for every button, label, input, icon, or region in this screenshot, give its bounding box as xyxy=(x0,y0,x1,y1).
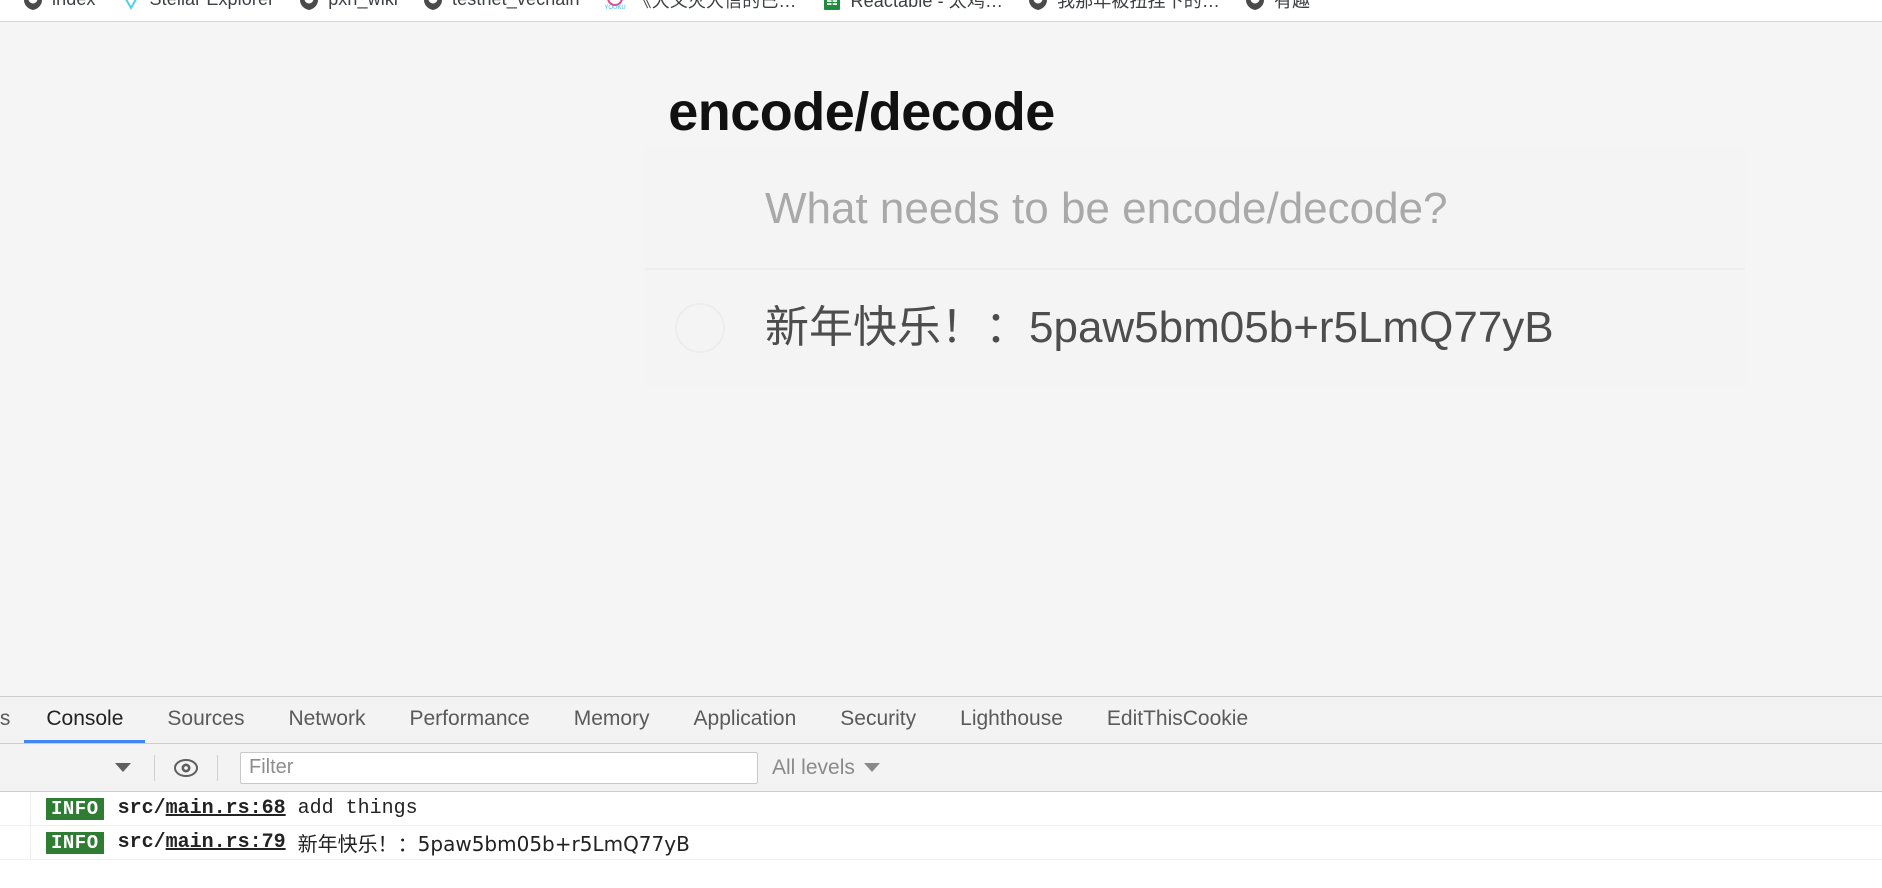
todo-toggle-circle[interactable] xyxy=(675,303,725,353)
new-todo-input[interactable] xyxy=(645,148,1745,270)
toolbar-divider xyxy=(154,754,155,781)
source-file: main.rs:68 xyxy=(165,797,286,820)
status-badge: INFO xyxy=(46,797,104,820)
devtools-panel: ts Console Sources Network Performance M… xyxy=(0,696,1882,888)
log-levels-label: All levels xyxy=(772,755,855,779)
filter-input[interactable] xyxy=(240,751,758,784)
bookmark-label: Stellar Explorer xyxy=(150,0,275,10)
shield-icon xyxy=(298,0,320,11)
source-prefix: src/ xyxy=(117,831,166,854)
bookmark-item[interactable]: Reactable - 太鸡… xyxy=(809,0,1016,17)
sheets-icon xyxy=(821,0,843,11)
bookmark-label: Reactable - 太鸡… xyxy=(850,0,1004,11)
shield-icon xyxy=(22,0,44,11)
svg-text:YOUKU: YOUKU xyxy=(604,5,625,11)
table-row[interactable]: INFO src/main.rs:68 add things xyxy=(0,792,1882,826)
tab-label: Security xyxy=(840,706,917,730)
bookmark-item[interactable]: Stellar Explorer xyxy=(108,0,287,17)
source-link[interactable]: src/main.rs:79 xyxy=(118,831,286,854)
shield-icon xyxy=(1244,0,1266,11)
log-levels-dropdown[interactable]: All levels xyxy=(772,756,880,780)
toolbar-divider xyxy=(217,754,218,781)
todo-label: 新年快乐！：5paw5bm05b+r5LmQ77yB xyxy=(765,302,1554,352)
bookmark-label: 有趣 xyxy=(1274,0,1311,11)
console-toolbar: All levels xyxy=(0,744,1882,792)
shield-icon xyxy=(1027,0,1049,11)
chevron-down-icon[interactable] xyxy=(106,751,140,785)
tab-label: ts xyxy=(0,706,11,730)
tab-network[interactable]: Network xyxy=(266,697,387,743)
table-row[interactable]: INFO src/main.rs:79 新年快乐！：5paw5bm05b+r5L… xyxy=(0,826,1882,860)
tab-memory[interactable]: Memory xyxy=(552,697,672,743)
tab-security[interactable]: Security xyxy=(818,697,938,743)
tab-label: Lighthouse xyxy=(960,706,1063,730)
tab-label: Application xyxy=(693,706,797,730)
tab-label: Memory xyxy=(573,706,650,730)
tab-label: Performance xyxy=(409,706,530,730)
tab-label: Network xyxy=(288,706,366,730)
bookmark-label: index xyxy=(52,0,96,10)
tab-label: Console xyxy=(46,706,124,730)
todo-list: 新年快乐！：5paw5bm05b+r5LmQ77yB xyxy=(645,270,1745,386)
tab-label: EditThisCookie xyxy=(1106,706,1249,730)
tab-application[interactable]: Application xyxy=(672,697,819,743)
status-badge: INFO xyxy=(46,831,104,854)
console-log-list: INFO src/main.rs:68 add things INFO src/… xyxy=(0,792,1882,860)
list-item: 新年快乐！：5paw5bm05b+r5LmQ77yB xyxy=(645,270,1745,386)
tab-sources[interactable]: Sources xyxy=(145,697,266,743)
bookmark-label: 我那年被扭捏下的… xyxy=(1057,0,1220,11)
row-gutter xyxy=(8,826,31,859)
page-viewport: encode/decode 新年快乐！：5paw5bm05b+r5LmQ77yB xyxy=(0,22,1882,696)
page-title: encode/decode xyxy=(668,82,1055,143)
tab-performance[interactable]: Performance xyxy=(387,697,551,743)
shield-icon xyxy=(422,0,444,11)
todo-card: 新年快乐！：5paw5bm05b+r5LmQ77yB xyxy=(645,148,1745,386)
tab-console[interactable]: Console xyxy=(24,697,146,743)
chevron-down-icon xyxy=(863,763,880,772)
bookmark-item[interactable]: testnet_vechain xyxy=(410,0,592,17)
bookmark-label: testnet_vechain xyxy=(452,0,580,10)
bookmark-item[interactable]: index xyxy=(10,0,108,17)
eye-icon[interactable] xyxy=(169,751,203,785)
log-message: add things xyxy=(297,797,418,820)
bookmark-item[interactable]: 有趣 xyxy=(1232,0,1322,17)
tab-label: Sources xyxy=(167,706,245,730)
youku-icon: YOUKU xyxy=(604,0,626,11)
bookmark-item[interactable]: 我那年被扭捏下的… xyxy=(1015,0,1232,17)
bookmark-label: pxh_wiki xyxy=(328,0,398,10)
bookmarks-bar: index Stellar Explorer pxh_wiki testnet_… xyxy=(0,0,1882,22)
bookmark-item[interactable]: pxh_wiki xyxy=(286,0,410,17)
devtools-tabbar: ts Console Sources Network Performance M… xyxy=(0,697,1882,744)
row-gutter xyxy=(8,792,31,825)
tab-editthiscookie[interactable]: EditThisCookie xyxy=(1085,697,1270,743)
source-link[interactable]: src/main.rs:68 xyxy=(118,797,286,820)
bookmark-item[interactable]: YOUKU 《大义灭大信的已… xyxy=(592,0,809,17)
source-prefix: src/ xyxy=(117,797,166,820)
tab-elements[interactable]: ts xyxy=(0,697,24,743)
bookmark-label: 《大义灭大信的已… xyxy=(633,0,797,11)
tab-lighthouse[interactable]: Lighthouse xyxy=(938,697,1085,743)
log-message: 新年快乐！：5paw5bm05b+r5LmQ77yB xyxy=(297,832,690,856)
stellar-icon xyxy=(120,0,142,11)
source-file: main.rs:79 xyxy=(165,831,286,854)
